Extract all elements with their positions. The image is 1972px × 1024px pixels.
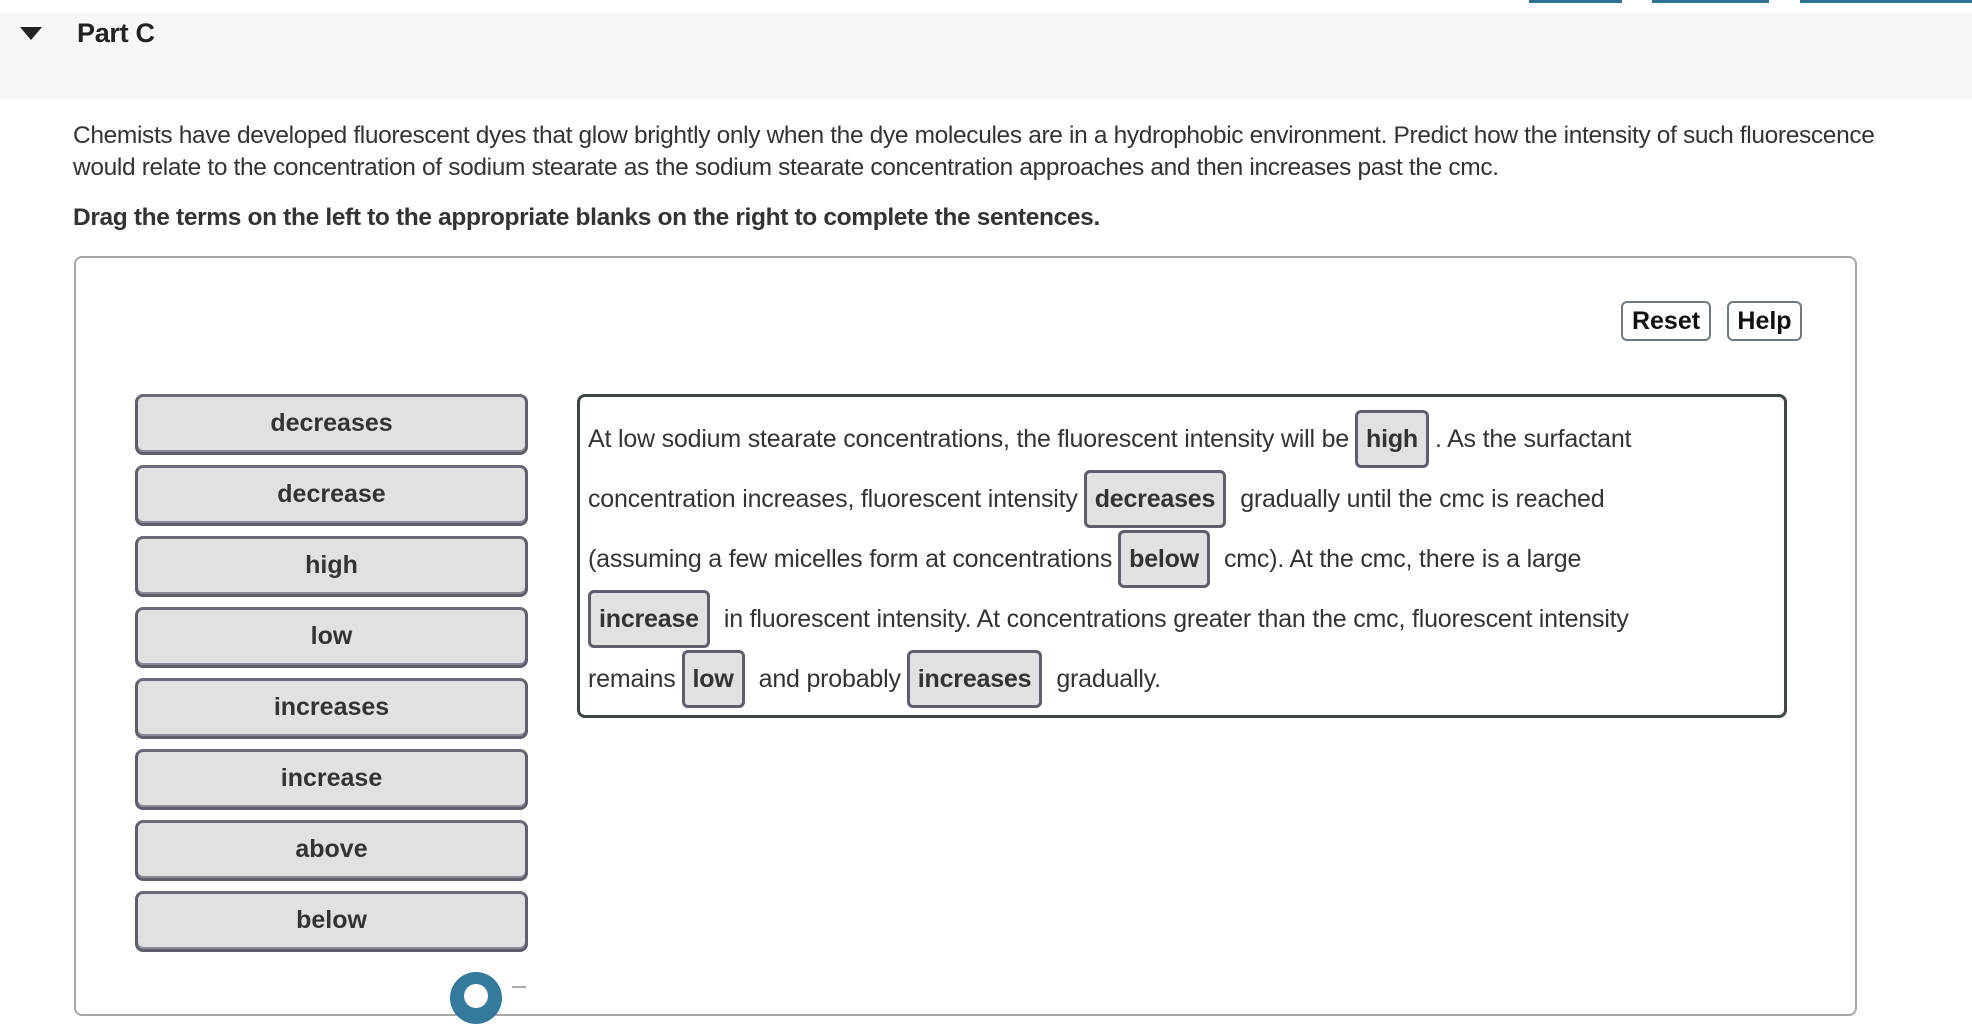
sentence-text: gradually until the cmc is reached	[1240, 484, 1605, 513]
sentence-text: cmc). At the cmc, there is a large	[1224, 544, 1582, 573]
sentence-text: At low sodium stearate concentrations, t…	[588, 424, 1349, 453]
drop-blank[interactable]: below	[1118, 530, 1210, 588]
tab-indicator[interactable]	[1800, 0, 1972, 3]
tab-indicator[interactable]	[1529, 0, 1622, 3]
drop-blank[interactable]: increases	[906, 650, 1043, 708]
sentence-text: . As the surfactant	[1434, 424, 1632, 453]
sentence-line: increase in fluorescent intensity. At co…	[588, 589, 1776, 649]
draggable-term[interactable]: below	[135, 891, 528, 952]
draggable-term[interactable]: decreases	[135, 394, 528, 455]
help-button[interactable]: Help	[1727, 301, 1802, 341]
info-icon[interactable]	[450, 972, 502, 1024]
question-prompt: Chemists have developed fluorescent dyes…	[73, 122, 1875, 181]
sentence-text: gradually.	[1056, 664, 1161, 693]
sentence-text: remains	[588, 664, 676, 693]
sentence-text: in fluorescent intensity. At concentrati…	[723, 604, 1629, 633]
sentence-drop-area: At low sodium stearate concentrations, t…	[577, 394, 1787, 718]
sentence-line: At low sodium stearate concentrations, t…	[588, 409, 1776, 469]
draggable-term[interactable]: above	[135, 820, 528, 881]
draggable-term[interactable]: low	[135, 607, 528, 668]
sentence-text: concentration increases, fluorescent int…	[588, 484, 1078, 513]
draggable-term[interactable]: decrease	[135, 465, 528, 526]
drop-blank[interactable]: increase	[588, 590, 710, 648]
drop-blank[interactable]: decreases	[1083, 470, 1227, 528]
tab-indicator[interactable]	[1652, 0, 1769, 3]
term-bank: decreases decrease high low increases in…	[135, 394, 528, 962]
top-tab-indicators	[0, 0, 1972, 3]
part-header: Part C	[0, 13, 1972, 99]
reset-button[interactable]: Reset	[1621, 301, 1711, 341]
sentence-text: (assuming a few micelles form at concent…	[588, 544, 1113, 573]
sentence-text: and probably	[758, 664, 901, 693]
sentence-line: remains low and probably increases gradu…	[588, 649, 1776, 709]
draggable-term[interactable]: high	[135, 536, 528, 597]
drop-blank[interactable]: low	[681, 650, 745, 708]
drop-blank[interactable]: high	[1355, 410, 1429, 468]
draggable-term[interactable]: increase	[135, 749, 528, 810]
draggable-term[interactable]: increases	[135, 678, 528, 739]
sentence-line: concentration increases, fluorescent int…	[588, 469, 1776, 529]
part-title: Part C	[77, 18, 155, 48]
sentence-line: (assuming a few micelles form at concent…	[588, 529, 1776, 589]
instruction-text: Drag the terms on the left to the approp…	[73, 204, 1100, 231]
caret-down-icon[interactable]	[20, 27, 42, 43]
